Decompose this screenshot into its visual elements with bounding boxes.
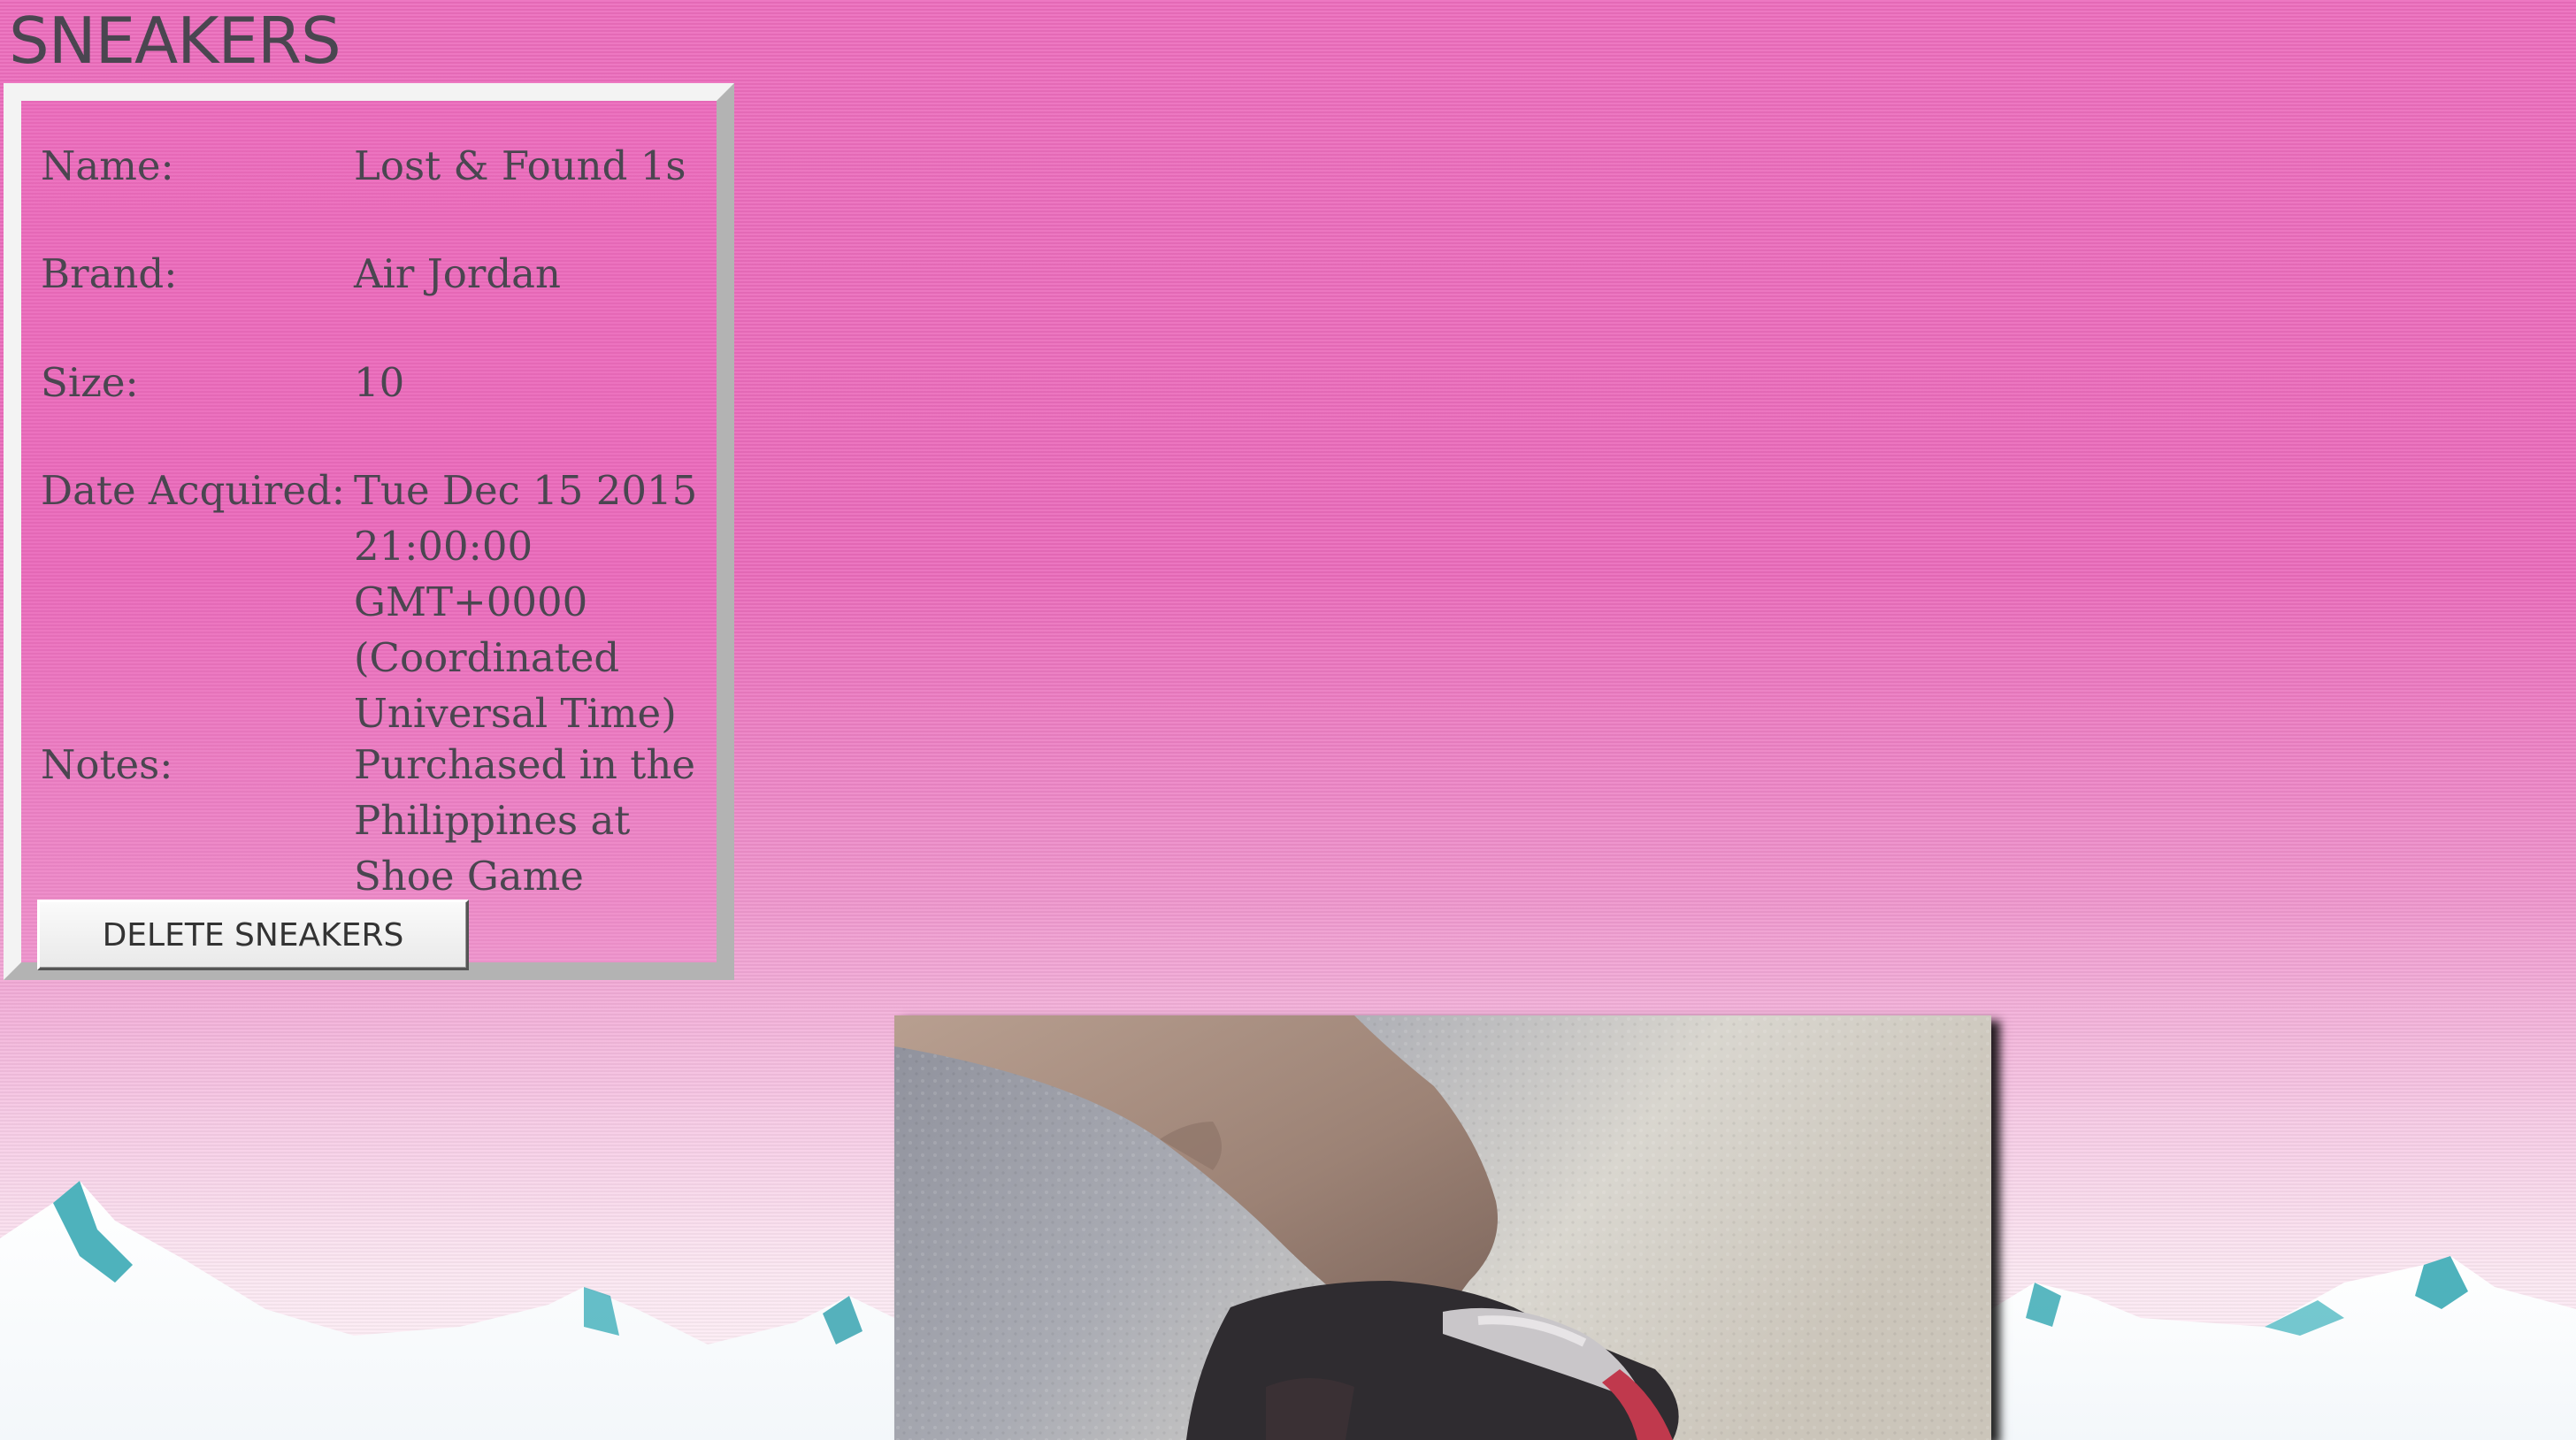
- notes-value: Purchased in the Philippines at Shoe Gam…: [354, 741, 695, 900]
- sneaker-details-card: Name: Lost & Found 1s Brand: Air Jordan …: [4, 83, 734, 980]
- name-label: Name:: [41, 142, 174, 189]
- brand-label: Brand:: [41, 250, 178, 297]
- name-value: Lost & Found 1s: [354, 142, 686, 189]
- size-label: Size:: [41, 359, 139, 406]
- date-acquired-value: Tue Dec 15 2015 21:00:00 GMT+0000 (Coord…: [354, 467, 698, 737]
- sneaker-photo: [894, 1015, 1991, 1440]
- notes-label: Notes:: [41, 741, 173, 788]
- delete-sneakers-button[interactable]: DELETE SNEAKERS: [37, 900, 469, 970]
- size-value: 10: [354, 359, 405, 406]
- brand-value: Air Jordan: [354, 250, 561, 297]
- date-acquired-label: Date Acquired:: [41, 467, 345, 514]
- page-title: SNEAKERS: [9, 4, 341, 78]
- sneaker-photo-image: [894, 1015, 1991, 1440]
